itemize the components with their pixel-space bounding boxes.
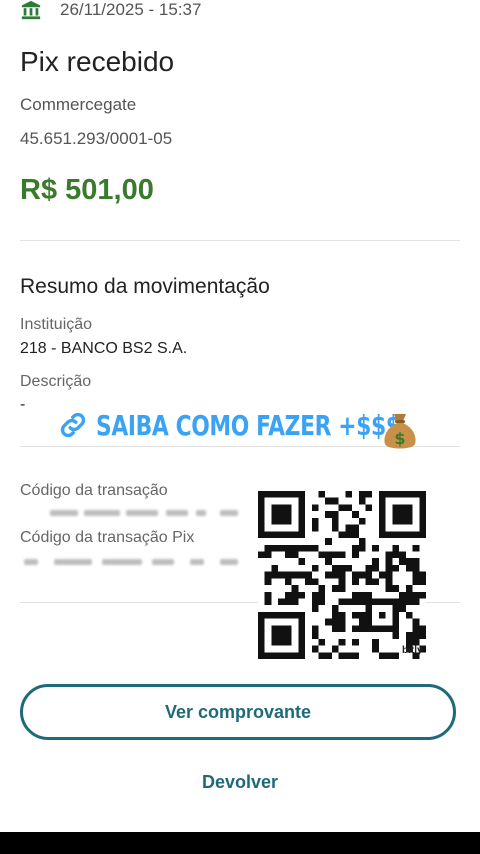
merchant-cnpj: 45.651.293/0001-05 [20, 129, 173, 148]
header-row: 26/11/2025 - 15:37 [20, 0, 201, 24]
pix-code-redacted [20, 557, 240, 567]
transaction-code-redacted [20, 508, 240, 518]
divider [20, 240, 460, 241]
view-receipt-button[interactable]: Ver comprovante [20, 684, 456, 740]
pix-code-label: Código da transação Pix [20, 529, 195, 546]
page-title: Pix recebido [20, 46, 175, 77]
merchant-name: Commercegate [20, 95, 137, 114]
promo-text: SAIBA COMO FAZER +$$$ [96, 408, 401, 442]
transaction-datetime: 26/11/2025 - 15:37 [60, 0, 202, 19]
transaction-amount: R$ 501,00 [20, 174, 154, 206]
qr-brand-label: bitly [402, 645, 423, 656]
description-label: Descrição [20, 373, 92, 390]
view-receipt-label: Ver comprovante [164, 701, 312, 722]
refund-button[interactable]: Devolver [0, 772, 480, 793]
system-navigation-bar [0, 832, 480, 854]
institution-value: 218 - BANCO BS2 S.A. [20, 340, 188, 357]
bank-icon [21, 0, 41, 20]
institution-label: Instituição [20, 316, 93, 333]
money-bag-icon: $ [384, 414, 416, 449]
description-value: - [20, 396, 26, 413]
qr-code[interactable] [258, 491, 426, 659]
link-icon [60, 412, 86, 438]
transaction-code-label: Código da transação [20, 482, 168, 499]
svg-text:$: $ [394, 429, 405, 448]
summary-title: Resumo da movimentação [20, 275, 270, 298]
